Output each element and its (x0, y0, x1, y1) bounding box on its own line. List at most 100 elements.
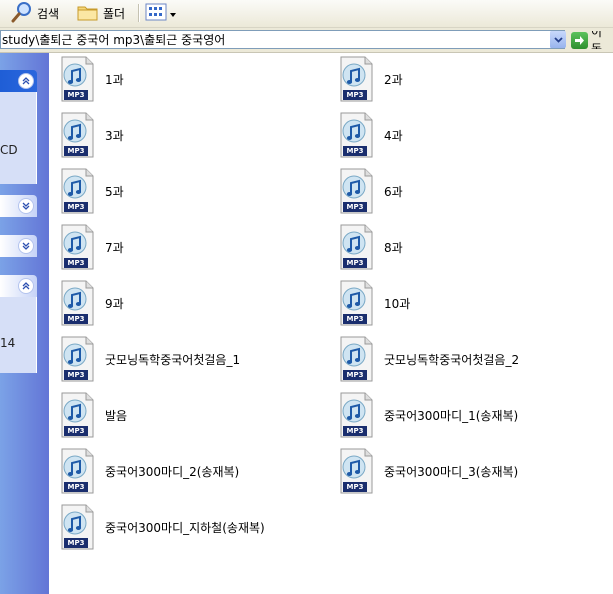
task-panel-header[interactable] (0, 235, 37, 257)
task-pane: CD 14 (0, 53, 49, 594)
file-name[interactable]: 2과 (384, 71, 403, 88)
address-dropdown-button[interactable] (549, 31, 566, 48)
file-item[interactable]: MP3 3과 (59, 110, 124, 160)
task-panel-header[interactable] (0, 275, 37, 297)
task-panel-body: CD (0, 92, 37, 184)
file-item[interactable]: MP3 중국어300마디_지하철(송재복) (59, 502, 265, 552)
chevron-down-icon (170, 7, 176, 20)
file-item[interactable]: MP3 굿모닝독학중국어첫걸음_1 (59, 334, 240, 384)
file-list: MP3 1과 MP3 2과 MP3 3과 MP3 4과 MP3 5과 MP3 6과 MP3 7과 MP3 8과… (49, 53, 613, 594)
file-item[interactable]: MP3 굿모닝독학중국어첫걸음_2 (338, 334, 519, 384)
file-item[interactable]: MP3 중국어300마디_3(송재복) (338, 446, 518, 496)
file-name[interactable]: 10과 (384, 295, 410, 312)
file-item[interactable]: MP3 8과 (338, 222, 403, 272)
file-type-label: MP3 (67, 427, 85, 435)
mp3-file-icon[interactable]: MP3 (59, 167, 95, 215)
address-path: study\출퇴근 중국어 mp3\출퇴근 중국영어 (2, 33, 226, 47)
file-type-label: MP3 (346, 315, 364, 323)
file-name[interactable]: 굿모닝독학중국어첫걸음_1 (105, 351, 240, 368)
file-name[interactable]: 6과 (384, 183, 403, 200)
mp3-file-icon[interactable]: MP3 (338, 111, 374, 159)
file-type-label: MP3 (67, 371, 85, 379)
file-item[interactable]: MP3 9과 (59, 278, 124, 328)
file-name[interactable]: 중국어300마디_지하철(송재복) (105, 519, 265, 536)
mp3-file-icon[interactable]: MP3 (59, 447, 95, 495)
file-type-label: MP3 (346, 427, 364, 435)
file-name[interactable]: 1과 (105, 71, 124, 88)
file-type-label: MP3 (346, 259, 364, 267)
toolbar: 검색 폴더 (0, 0, 613, 28)
panel-text-fragment: CD (0, 143, 18, 157)
search-button-label: 검색 (37, 6, 60, 21)
file-item[interactable]: MP3 10과 (338, 278, 410, 328)
folders-button-label: 폴더 (103, 6, 126, 21)
file-type-label: MP3 (67, 483, 85, 491)
address-bar: study\출퇴근 중국어 mp3\출퇴근 중국영어 이동 (0, 28, 613, 53)
file-item[interactable]: MP3 1과 (59, 54, 124, 104)
mp3-file-icon[interactable]: MP3 (59, 223, 95, 271)
mp3-file-icon[interactable]: MP3 (59, 279, 95, 327)
mp3-file-icon[interactable]: MP3 (59, 391, 95, 439)
file-name[interactable]: 9과 (105, 295, 124, 312)
file-type-label: MP3 (67, 147, 85, 155)
task-panel-header[interactable] (0, 70, 37, 92)
file-name[interactable]: 중국어300마디_2(송재복) (105, 463, 239, 480)
file-item[interactable]: MP3 중국어300마디_2(송재복) (59, 446, 239, 496)
file-type-label: MP3 (67, 259, 85, 267)
mp3-file-icon[interactable]: MP3 (59, 503, 95, 551)
views-button[interactable] (145, 0, 176, 26)
file-item[interactable]: MP3 7과 (59, 222, 124, 272)
file-name[interactable]: 5과 (105, 183, 124, 200)
file-type-label: MP3 (346, 91, 364, 99)
toolbar-divider (138, 4, 140, 22)
file-item[interactable]: MP3 6과 (338, 166, 403, 216)
chevron-down-icon[interactable] (18, 238, 34, 254)
file-name[interactable]: 발음 (105, 407, 127, 424)
views-icon (145, 2, 167, 25)
mp3-file-icon[interactable]: MP3 (59, 335, 95, 383)
file-name[interactable]: 7과 (105, 239, 124, 256)
search-icon (10, 1, 34, 26)
mp3-file-icon[interactable]: MP3 (338, 391, 374, 439)
chevron-down-icon (553, 33, 563, 46)
mp3-file-icon[interactable]: MP3 (59, 55, 95, 103)
file-name[interactable]: 중국어300마디_1(송재복) (384, 407, 518, 424)
file-type-label: MP3 (346, 483, 364, 491)
file-type-label: MP3 (67, 203, 85, 211)
task-panel-header[interactable] (0, 195, 37, 217)
mp3-file-icon[interactable]: MP3 (338, 335, 374, 383)
go-button[interactable]: 이동 (571, 31, 613, 49)
mp3-file-icon[interactable]: MP3 (59, 111, 95, 159)
go-arrow-icon (571, 31, 588, 49)
chevron-down-icon[interactable] (18, 198, 34, 214)
mp3-file-icon[interactable]: MP3 (338, 223, 374, 271)
file-item[interactable]: MP3 5과 (59, 166, 124, 216)
mp3-file-icon[interactable]: MP3 (338, 55, 374, 103)
file-type-label: MP3 (67, 315, 85, 323)
address-input[interactable]: study\출퇴근 중국어 mp3\출퇴근 중국영어 (0, 30, 565, 49)
file-type-label: MP3 (67, 91, 85, 99)
file-name[interactable]: 4과 (384, 127, 403, 144)
folders-button[interactable]: 폴더 (76, 0, 125, 26)
file-name[interactable]: 중국어300마디_3(송재복) (384, 463, 518, 480)
file-item[interactable]: MP3 중국어300마디_1(송재복) (338, 390, 518, 440)
file-name[interactable]: 3과 (105, 127, 124, 144)
file-type-label: MP3 (67, 539, 85, 547)
panel-text-fragment: 14 (0, 336, 16, 350)
search-button[interactable]: 검색 (10, 0, 59, 26)
file-name[interactable]: 8과 (384, 239, 403, 256)
file-item[interactable]: MP3 4과 (338, 110, 403, 160)
chevron-up-icon[interactable] (18, 278, 34, 294)
chevron-up-icon[interactable] (18, 73, 34, 89)
file-name[interactable]: 굿모닝독학중국어첫걸음_2 (384, 351, 519, 368)
file-item[interactable]: MP3 2과 (338, 54, 403, 104)
go-button-label: 이동 (591, 31, 603, 49)
folder-icon (76, 1, 100, 26)
file-type-label: MP3 (346, 203, 364, 211)
file-type-label: MP3 (346, 371, 364, 379)
task-panel-body: 14 (0, 297, 37, 373)
file-item[interactable]: MP3 발음 (59, 390, 127, 440)
mp3-file-icon[interactable]: MP3 (338, 279, 374, 327)
mp3-file-icon[interactable]: MP3 (338, 447, 374, 495)
mp3-file-icon[interactable]: MP3 (338, 167, 374, 215)
